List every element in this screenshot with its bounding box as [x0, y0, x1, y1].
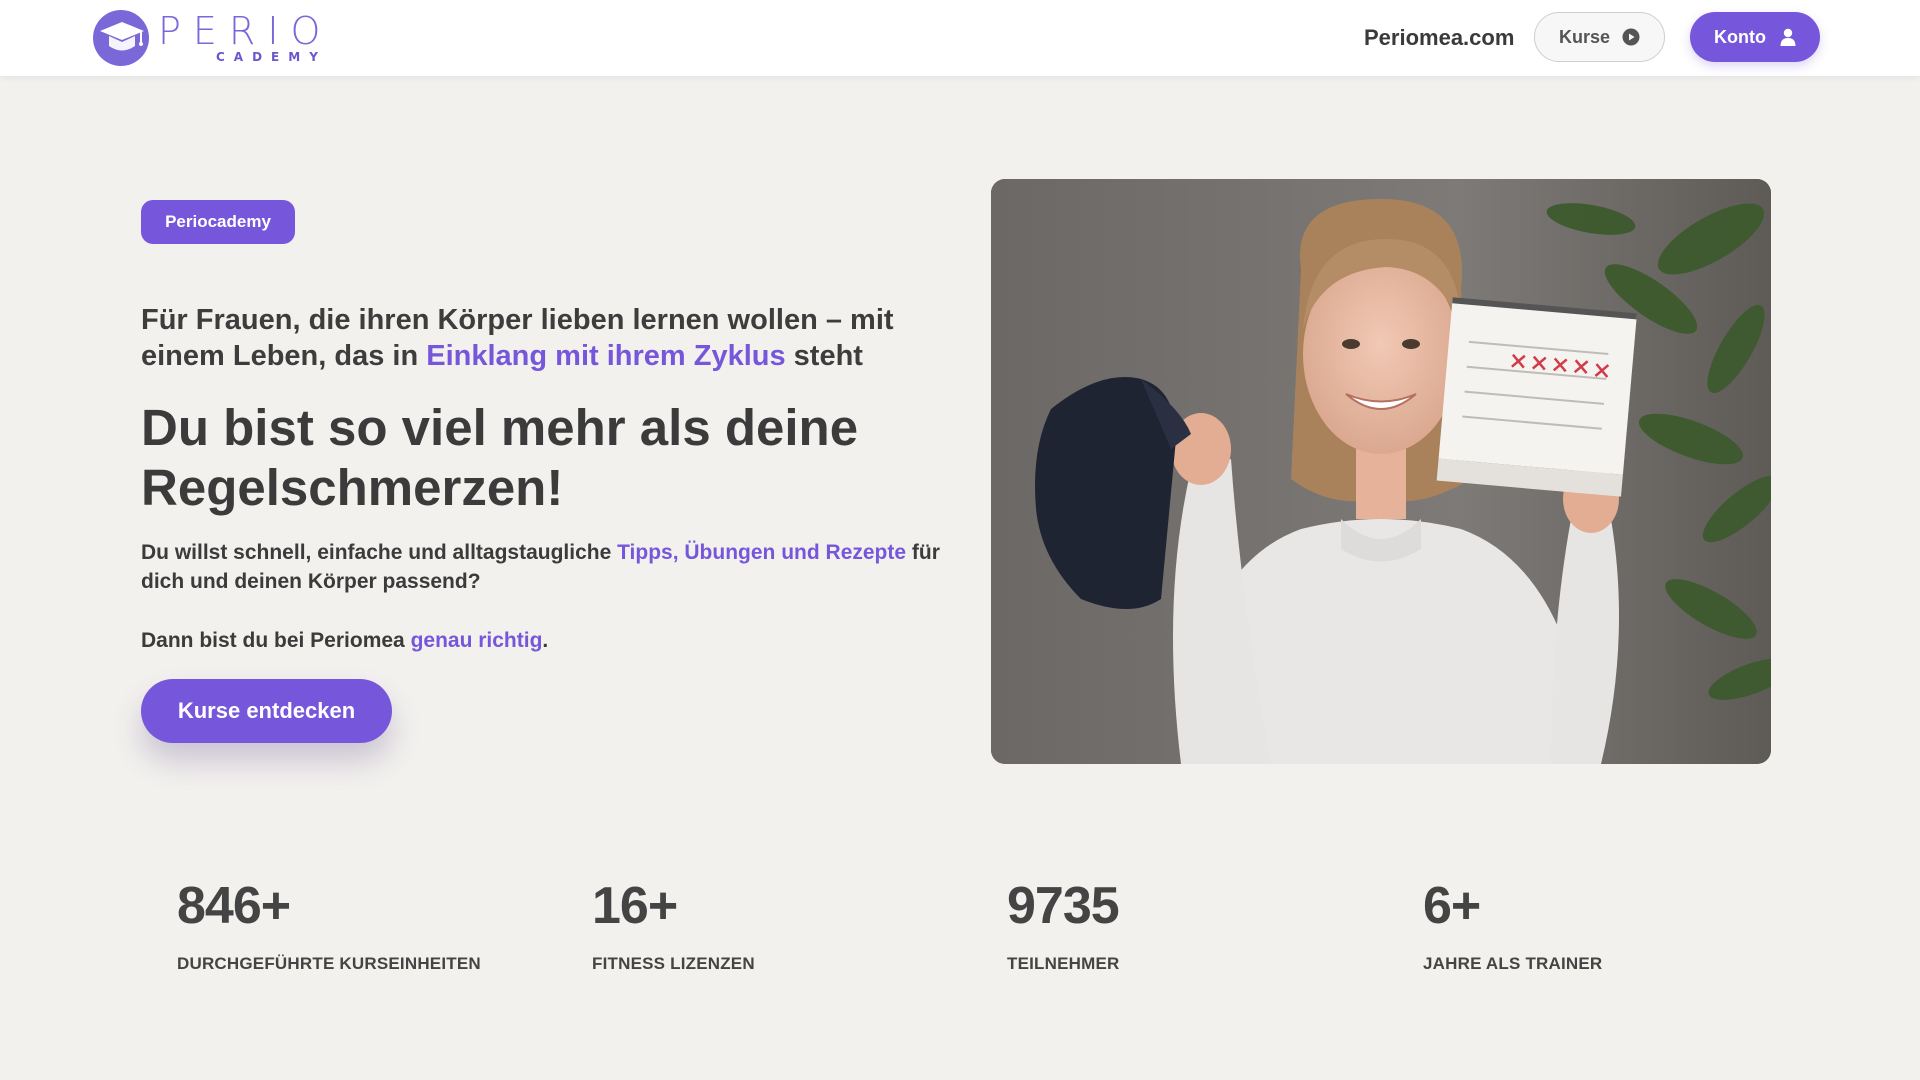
stat-kurseinheiten: 846+ DURCHGEFÜHRTE KURSEINHEITEN [177, 876, 577, 974]
stat-label: TEILNEHMER [1007, 954, 1120, 973]
stat-teilnehmer: 9735 TEILNEHMER [1007, 876, 1407, 974]
stat-value: 16+ [592, 877, 678, 935]
hero-subtitle: Für Frauen, die ihren Körper lieben lern… [141, 302, 921, 374]
hero-headline: Du bist so viel mehr als deine Regelschm… [141, 399, 859, 516]
hero-description-2: Dann bist du bei Periomea genau richtig. [141, 626, 941, 655]
user-icon [1780, 28, 1796, 46]
periocademy-badge: Periocademy [141, 200, 295, 244]
konto-button-label: Konto [1714, 26, 1766, 47]
stat-label: JAHRE ALS TRAINER [1423, 954, 1603, 973]
hero-subtitle-accent: Einklang mit ihrem Zyklus [426, 340, 786, 372]
kurse-button-label: Kurse [1558, 26, 1611, 47]
stat-value: 6+ [1423, 877, 1481, 935]
logo-wordmark: PERIO [158, 9, 333, 53]
stat-value: 846+ [177, 877, 291, 935]
logo-subwordmark: CADEMY [216, 50, 327, 64]
play-circle-icon [1622, 28, 1640, 46]
kurse-button[interactable]: Kurse [1534, 12, 1665, 62]
hero-description-2-end: . [542, 629, 549, 652]
site-header: PERIO CADEMY Periomea.com Kurse Konto [0, 0, 1920, 76]
graduation-cap-logo-icon [93, 10, 149, 66]
hero-description-2-accent: genau richtig [410, 629, 543, 652]
logo[interactable]: PERIO CADEMY [92, 8, 332, 68]
logo-text: PERIO CADEMY [158, 12, 332, 64]
hero-description-text: Du willst schnell, einfache und alltagst… [141, 541, 618, 564]
hero-photo [991, 179, 1771, 764]
stat-label: DURCHGEFÜHRTE KURSEINHEITEN [177, 954, 481, 973]
stat-label: FITNESS LIZENZEN [592, 954, 755, 973]
nav-link-periomea[interactable]: Periomea.com [1364, 22, 1514, 54]
stat-value: 9735 [1007, 877, 1120, 935]
hero-subtitle-end: steht [785, 340, 863, 372]
hero-description: Du willst schnell, einfache und alltagst… [141, 538, 941, 596]
kurse-entdecken-button[interactable]: Kurse entdecken [141, 679, 392, 743]
hero-description-2-text: Dann bist du bei Periomea [141, 629, 411, 652]
konto-button[interactable]: Konto [1690, 12, 1820, 62]
stat-jahre-als-trainer: 6+ JAHRE ALS TRAINER [1423, 876, 1823, 974]
hero-photo-illustration [991, 179, 1771, 764]
stat-fitness-lizenzen: 16+ FITNESS LIZENZEN [592, 876, 992, 974]
hero-description-accent: Tipps, Übungen und Rezepte [617, 541, 907, 564]
